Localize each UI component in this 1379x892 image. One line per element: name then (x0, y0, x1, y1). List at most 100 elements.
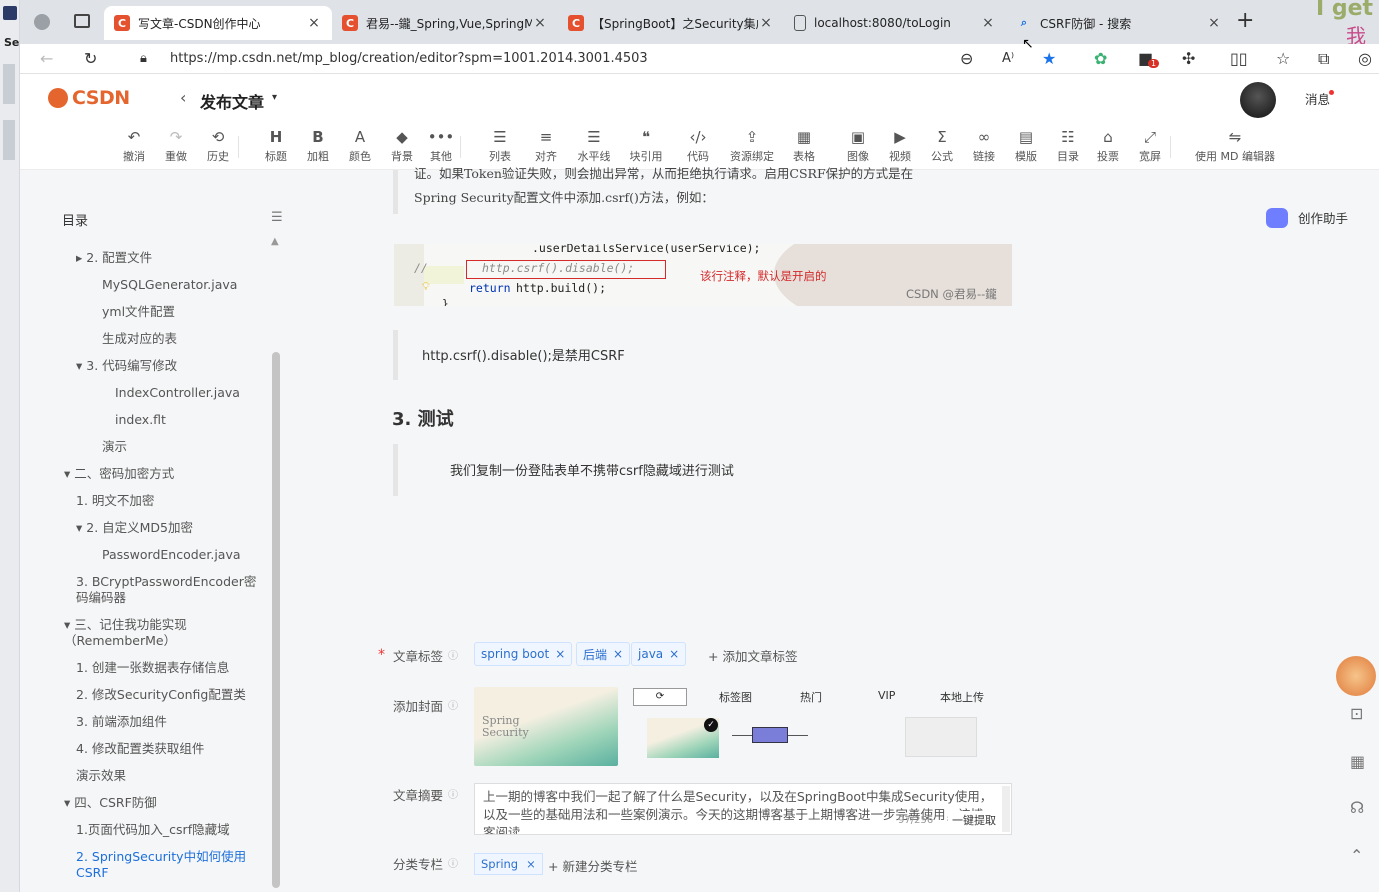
refresh-icon[interactable]: ↻ (84, 49, 97, 68)
toolbar-button-align[interactable]: ≡ 对齐 (524, 126, 568, 164)
toolbar-button-fill[interactable]: ◆ 背景 (380, 126, 424, 164)
assistant-robot-icon[interactable] (1266, 208, 1288, 228)
toc-item[interactable]: index.flt (115, 412, 260, 428)
toc-item[interactable]: IndexController.java (115, 385, 260, 401)
tab-1[interactable]: C 写文章-CSDN创作中心 × (104, 6, 332, 40)
toc-item[interactable]: 2. SpringSecurity中如何使用CSRF (76, 849, 260, 881)
help-icon[interactable]: ⓘ (448, 855, 458, 870)
cover-option-diagram[interactable] (732, 723, 808, 751)
tab-4[interactable]: localhost:8080/toLogin × (784, 6, 1006, 40)
toolbar-button-undo[interactable]: ↶ 撤消 (112, 126, 156, 164)
collections-icon[interactable]: ⧉ (1318, 49, 1329, 69)
assistant-button[interactable]: 创作助手 (1298, 208, 1348, 227)
toolbar-button-image[interactable]: ▣ 图像 (836, 126, 880, 164)
add-column-button[interactable]: + 新建分类专栏 (548, 856, 637, 875)
column-tag[interactable]: Spring × (474, 853, 543, 875)
toolbar-button-history[interactable]: ⟲ 历史 (196, 126, 240, 164)
article-tag[interactable]: spring boot × (474, 642, 573, 666)
help-icon[interactable]: ⓘ (448, 647, 458, 662)
toolbar-button-list[interactable]: ☰ 列表 (478, 126, 522, 164)
article-tag[interactable]: java × (631, 642, 687, 666)
chevron-down-icon[interactable]: ▾ (272, 92, 277, 103)
remove-tag-icon[interactable]: × (555, 647, 565, 661)
add-tag-button[interactable]: + 添加文章标签 (708, 646, 797, 665)
refresh-cover-icon[interactable]: ⟳ (633, 688, 687, 706)
back-to-top-icon[interactable]: ⌃ (1350, 846, 1363, 865)
toc-collapse-icon[interactable]: ☰ (271, 210, 283, 225)
mascot-icon[interactable] (1336, 656, 1376, 696)
toolbar-button-template[interactable]: ▤ 模版 (1004, 126, 1048, 164)
tab-5[interactable]: ⌕ CSRF防御 - 搜索 × (1006, 6, 1232, 40)
editor-content[interactable]: 证。如果Token验证失败，则会抛出异常，从而拒绝执行请求。启用CSRF保护的方… (288, 166, 1248, 640)
remove-tag-icon[interactable]: × (669, 647, 679, 661)
toolbar-button-bold[interactable]: B 加粗 (296, 126, 340, 164)
help-icon[interactable]: ⓘ (448, 786, 458, 801)
toolbar-button-heading[interactable]: H 标题 (254, 126, 298, 164)
toolbar-button-toc[interactable]: ☷ 目录 (1046, 126, 1090, 164)
messages-link[interactable]: 消息 (1305, 89, 1330, 108)
toc-item[interactable]: PasswordEncoder.java (102, 547, 260, 563)
remove-tag-icon[interactable]: × (526, 857, 536, 871)
toc-item[interactable]: ▾ 三、记住我功能实现（RememberMe） (64, 617, 260, 649)
cover-option-document[interactable] (905, 717, 977, 757)
puzzle-icon[interactable]: ✣ (1182, 49, 1195, 68)
toolbar-button-widescreen[interactable]: ⤢ 宽屏 (1128, 126, 1172, 164)
code-screenshot-image[interactable]: .userDetailsService(userService); // htt… (394, 244, 1012, 306)
csdn-logo-text[interactable]: CSDN (72, 87, 130, 109)
toc-item[interactable]: ▾ 四、CSRF防御 (64, 795, 260, 811)
toolbar-button-code[interactable]: ‹/› 代码 (676, 126, 720, 164)
cover-tab[interactable]: 本地上传 (940, 689, 984, 705)
new-tab-button[interactable]: + (1236, 8, 1254, 33)
close-icon[interactable]: × (758, 15, 774, 31)
favorites-icon[interactable]: ☆ (1276, 49, 1290, 68)
cover-tab[interactable]: 标签图 (719, 689, 752, 705)
cover-tab[interactable]: VIP (878, 689, 895, 702)
toc-scrollbar[interactable] (272, 352, 280, 888)
toolbar-button-md-switch[interactable]: ⇋ 使用 MD 编辑器 (1190, 126, 1280, 164)
back-chevron-icon[interactable]: ‹ (180, 88, 186, 107)
toc-item[interactable]: 2. 修改SecurityConfig配置类 (76, 687, 260, 703)
toc-item[interactable]: 4. 修改配置类获取组件 (76, 741, 260, 757)
toc-item[interactable]: 演示 (102, 439, 260, 455)
close-icon[interactable]: × (1206, 15, 1222, 31)
avatar[interactable] (1240, 82, 1276, 118)
toc-item[interactable]: 3. 前端添加组件 (76, 714, 260, 730)
favorite-star-icon[interactable]: ★ (1042, 49, 1056, 68)
back-icon[interactable]: ← (40, 49, 53, 68)
toc-item[interactable]: 1. 明文不加密 (76, 493, 260, 509)
toc-item[interactable]: 1.页面代码加入_csrf隐藏域 (76, 822, 260, 838)
feedback-icon[interactable]: ⊡ (1350, 704, 1363, 723)
toc-item[interactable]: 3. BCryptPasswordEncoder密码编码器 (76, 574, 260, 606)
split-screen-icon[interactable]: ▯▯ (1230, 49, 1248, 68)
toolbar-button-formula[interactable]: Σ 公式 (920, 126, 964, 164)
extension-icon[interactable]: ✿ (1094, 49, 1107, 68)
ide-project-tab[interactable] (3, 64, 15, 104)
qr-code-icon[interactable]: ▦ (1350, 752, 1365, 771)
toc-item[interactable]: ▸ 2. 配置文件 (76, 250, 260, 266)
close-icon[interactable]: × (306, 15, 322, 31)
url-field[interactable]: https://mp.csdn.net/mp_blog/creation/edi… (170, 51, 648, 66)
toc-item[interactable]: 1. 创建一张数据表存储信息 (76, 660, 260, 676)
toolbar-button-hr[interactable]: ☰ 水平线 (572, 126, 616, 164)
article-tag[interactable]: 后端 × (576, 642, 631, 666)
profile-icon[interactable] (34, 14, 50, 30)
tab-3[interactable]: C 【SpringBoot】之Security集成 × (558, 6, 784, 40)
toolbar-button-link[interactable]: ∞ 链接 (962, 126, 1006, 164)
toc-item[interactable]: 演示效果 (76, 768, 260, 784)
scroll-up-icon[interactable]: ▲ (271, 236, 279, 247)
toc-item[interactable]: ▾ 2. 自定义MD5加密 (76, 520, 260, 536)
cover-image[interactable]: Spring Security (474, 687, 618, 766)
toolbar-button-quote[interactable]: ❝ 块引用 (624, 126, 668, 164)
copilot-icon[interactable]: ◎ (1358, 49, 1372, 68)
headset-icon[interactable]: ☊ (1350, 798, 1364, 817)
tab-2[interactable]: C 君易--鑨_Spring,Vue,SpringMVC× (332, 6, 558, 40)
read-aloud-icon[interactable]: A⁾ (1002, 51, 1014, 66)
toolbar-button-video[interactable]: ▶ 视频 (878, 126, 922, 164)
toolbar-button-table[interactable]: ▦ 表格 (782, 126, 826, 164)
help-icon[interactable]: ⓘ (448, 697, 458, 712)
extract-button[interactable]: 一键提取 (948, 811, 1000, 829)
toolbar-button-font-color[interactable]: A 颜色 (338, 126, 382, 164)
tab-actions-icon[interactable] (74, 14, 90, 28)
toolbar-button-vote[interactable]: ⌂ 投票 (1086, 126, 1130, 164)
toc-item[interactable]: MySQLGenerator.java (102, 277, 260, 293)
